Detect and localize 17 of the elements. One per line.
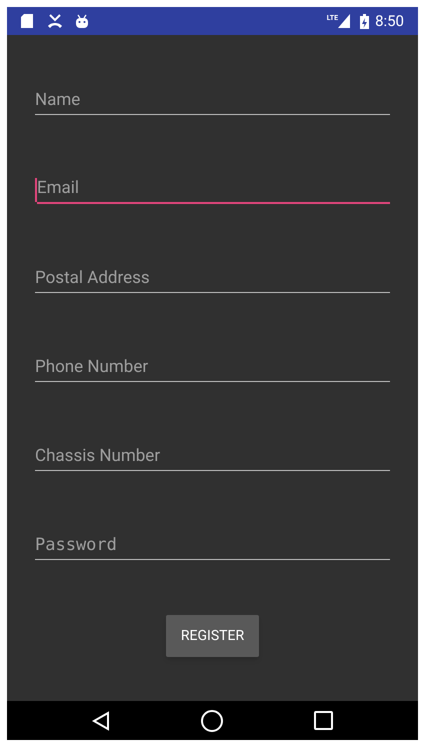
input-field[interactable]: Name [35,87,390,115]
input-field[interactable]: Chassis Number [35,443,390,471]
back-icon[interactable] [92,710,110,730]
password-field[interactable]: Password [35,532,390,560]
register-button[interactable]: REGISTER [166,615,259,657]
sd-card-icon [21,14,33,28]
android-icon [75,14,89,28]
input-field[interactable]: Postal Address [35,265,390,293]
missed-call-icon [47,14,63,28]
home-icon[interactable] [200,710,223,732]
signal-icon [338,14,350,28]
recents-icon[interactable] [314,711,333,730]
status-time: 8:50 [375,10,404,32]
input-field[interactable]: Email [36,176,390,204]
battery-charging-icon [360,14,370,28]
input-field[interactable]: Phone Number [35,354,390,382]
text-cursor [35,178,37,202]
